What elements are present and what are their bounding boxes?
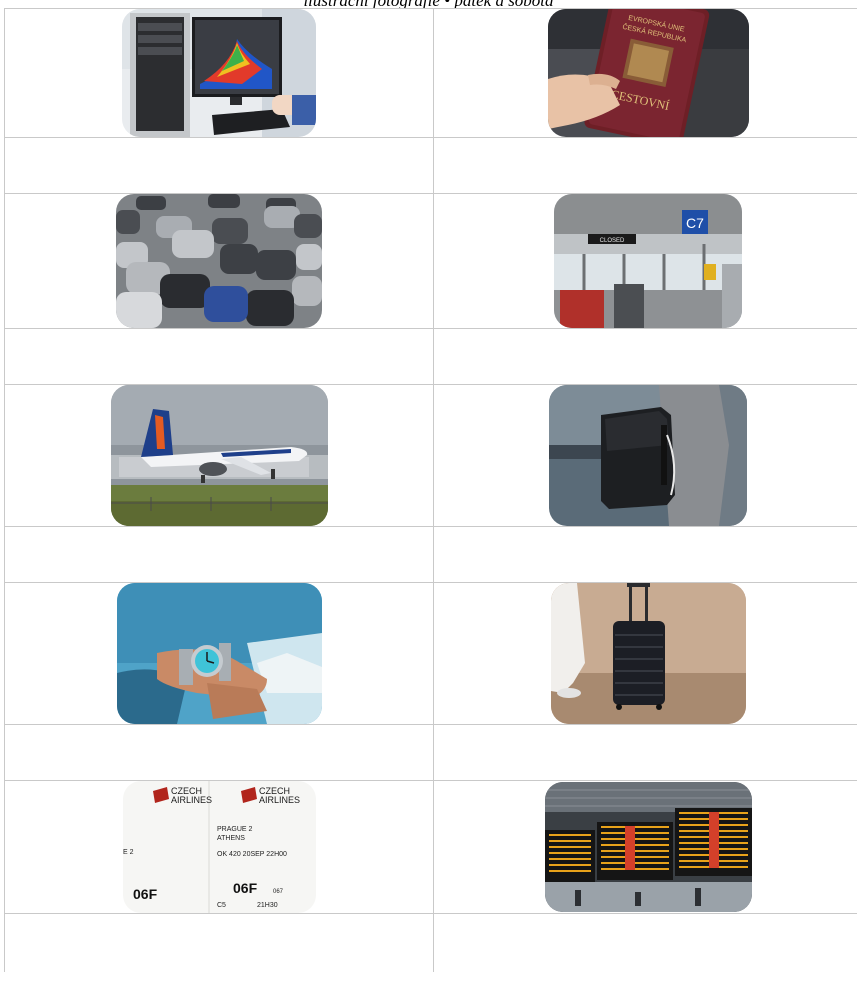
table-row	[4, 724, 857, 781]
grid-cell	[4, 384, 434, 527]
backpack-photo	[549, 385, 747, 526]
table-row	[4, 526, 857, 583]
grid-cell	[433, 582, 857, 725]
airport-gate-photo: C7 CLOSED	[554, 194, 742, 328]
grid-cell	[4, 8, 434, 138]
caption-cell	[4, 328, 434, 385]
table-row	[4, 582, 857, 725]
boarding-time: 21H30	[257, 902, 278, 909]
table-row	[4, 913, 857, 972]
brand-airlines-1: AIRLINES	[171, 795, 212, 805]
route-from: PRAGUE 2	[217, 826, 253, 833]
table-row: CZECH AIRLINES CZECH AIRLINES PRAGUE 2 A…	[4, 780, 857, 914]
gate-code: C5	[217, 902, 226, 909]
parking-lot-photo	[116, 194, 322, 328]
table-row	[4, 328, 857, 385]
seat-small: 067	[273, 889, 284, 895]
grid-cell	[433, 780, 857, 914]
gate-label: C7	[686, 215, 704, 231]
flight-info: OK 420 20SEP 22H00	[217, 851, 287, 858]
suitcase-photo	[550, 583, 746, 724]
boarding-pass-photo: CZECH AIRLINES CZECH AIRLINES PRAGUE 2 A…	[122, 781, 316, 913]
caption-cell	[433, 724, 857, 781]
caption-cell	[4, 724, 434, 781]
grid-cell	[4, 193, 434, 329]
brand-airlines-2: AIRLINES	[259, 795, 300, 805]
caption-cell	[4, 526, 434, 583]
caption-cell	[433, 328, 857, 385]
wristwatch-photo	[116, 583, 322, 724]
left-seat: 06F	[133, 886, 158, 902]
caption: ilustrační fotografie • pátek a sobota	[0, 0, 857, 8]
seat-number: 06F	[233, 880, 258, 896]
caption-cell	[433, 913, 857, 972]
gate-screen-text: CLOSED	[600, 238, 625, 244]
computer-workstation-photo	[122, 9, 316, 137]
route-to: ATHENS	[217, 835, 245, 842]
departure-board-photo	[544, 782, 752, 912]
caption-cell	[4, 913, 434, 972]
table-row	[4, 137, 857, 194]
table-row: C7 CLOSED	[4, 193, 857, 329]
airplane-photo	[110, 385, 328, 526]
grid-cell: EVROPSKÁ UNIE ČESKÁ REPUBLIKA CESTOVNÍ	[433, 8, 857, 138]
caption-cell	[433, 137, 857, 194]
passport-photo: EVROPSKÁ UNIE ČESKÁ REPUBLIKA CESTOVNÍ	[547, 9, 749, 137]
caption-cell	[4, 137, 434, 194]
table-row	[4, 384, 857, 527]
grid-cell: CZECH AIRLINES CZECH AIRLINES PRAGUE 2 A…	[4, 780, 434, 914]
caption-cell	[433, 526, 857, 583]
table-row: EVROPSKÁ UNIE ČESKÁ REPUBLIKA CESTOVNÍ	[4, 8, 857, 138]
grid-cell	[433, 384, 857, 527]
photo-grid: EVROPSKÁ UNIE ČESKÁ REPUBLIKA CESTOVNÍ C…	[4, 8, 857, 972]
left-stub-text: E 2	[123, 849, 134, 856]
grid-cell	[4, 582, 434, 725]
grid-cell: C7 CLOSED	[433, 193, 857, 329]
